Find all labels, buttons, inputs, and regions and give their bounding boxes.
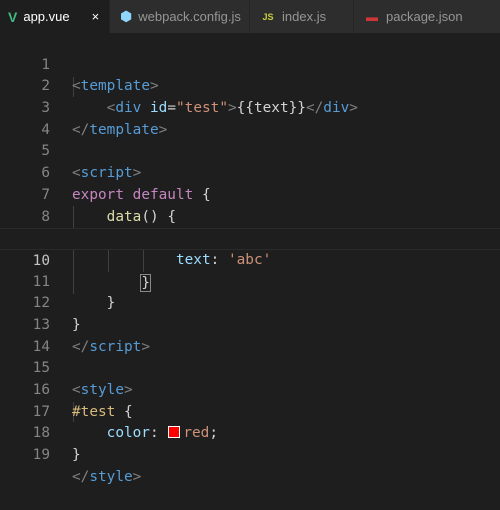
code-line: 15 <style>: [0, 337, 500, 398]
tab-package-json[interactable]: ▬ package.json: [354, 0, 500, 33]
code-line: 18 }: [0, 402, 500, 463]
code-line: 17 color: red;: [0, 380, 500, 442]
code-line: 12 }: [0, 272, 500, 333]
code-line: 13 </script>: [0, 293, 500, 355]
tab-label: package.json: [386, 9, 463, 24]
npm-icon: ▬: [366, 9, 378, 24]
editor-tab-bar: V app.vue × ⬢ webpack.config.js JS index…: [0, 0, 500, 33]
tab-label: index.js: [282, 9, 327, 24]
current-line[interactable]: 10 }: [0, 228, 500, 292]
tab-label: app.vue: [23, 9, 70, 24]
code-line: 5 <script>: [0, 120, 500, 181]
vue-icon: V: [8, 8, 18, 25]
code-line: 1 <template>: [0, 33, 500, 95]
line-number: 19: [32, 447, 50, 464]
code-editor[interactable]: 1 <template> 2 <div id="test">{{text}}</…: [0, 33, 500, 485]
code-line: 7 data() {: [0, 163, 500, 225]
tab-webpack-config[interactable]: ⬢ webpack.config.js: [110, 0, 250, 33]
line-code: </style>: [72, 467, 141, 489]
token: >: [132, 468, 142, 485]
code-line: 19 </style>: [0, 423, 500, 485]
token: }: [72, 447, 81, 464]
tab-index-js[interactable]: JS index.js: [250, 0, 354, 33]
code-line: 6 export default {: [0, 141, 500, 203]
code-line: 3 </template>: [0, 76, 500, 138]
webpack-icon: ⬢: [120, 8, 133, 24]
js-icon: JS: [262, 11, 274, 22]
close-icon[interactable]: ×: [92, 9, 100, 24]
code-line: 8 return {: [0, 185, 500, 248]
tab-label: webpack.config.js: [138, 9, 241, 24]
token: style: [89, 468, 133, 485]
code-line: 11 }: [0, 250, 500, 312]
token: </: [72, 468, 90, 485]
code-line: 4: [0, 98, 500, 138]
line-code: }: [72, 445, 81, 467]
code-line: 2 <div id="test">{{text}}</div>: [0, 55, 500, 116]
tab-app-vue[interactable]: V app.vue ×: [0, 0, 110, 33]
code-line: 9 text: 'abc': [0, 207, 500, 268]
code-line: 14: [0, 315, 500, 355]
code-line: 16 #test {: [0, 358, 500, 420]
